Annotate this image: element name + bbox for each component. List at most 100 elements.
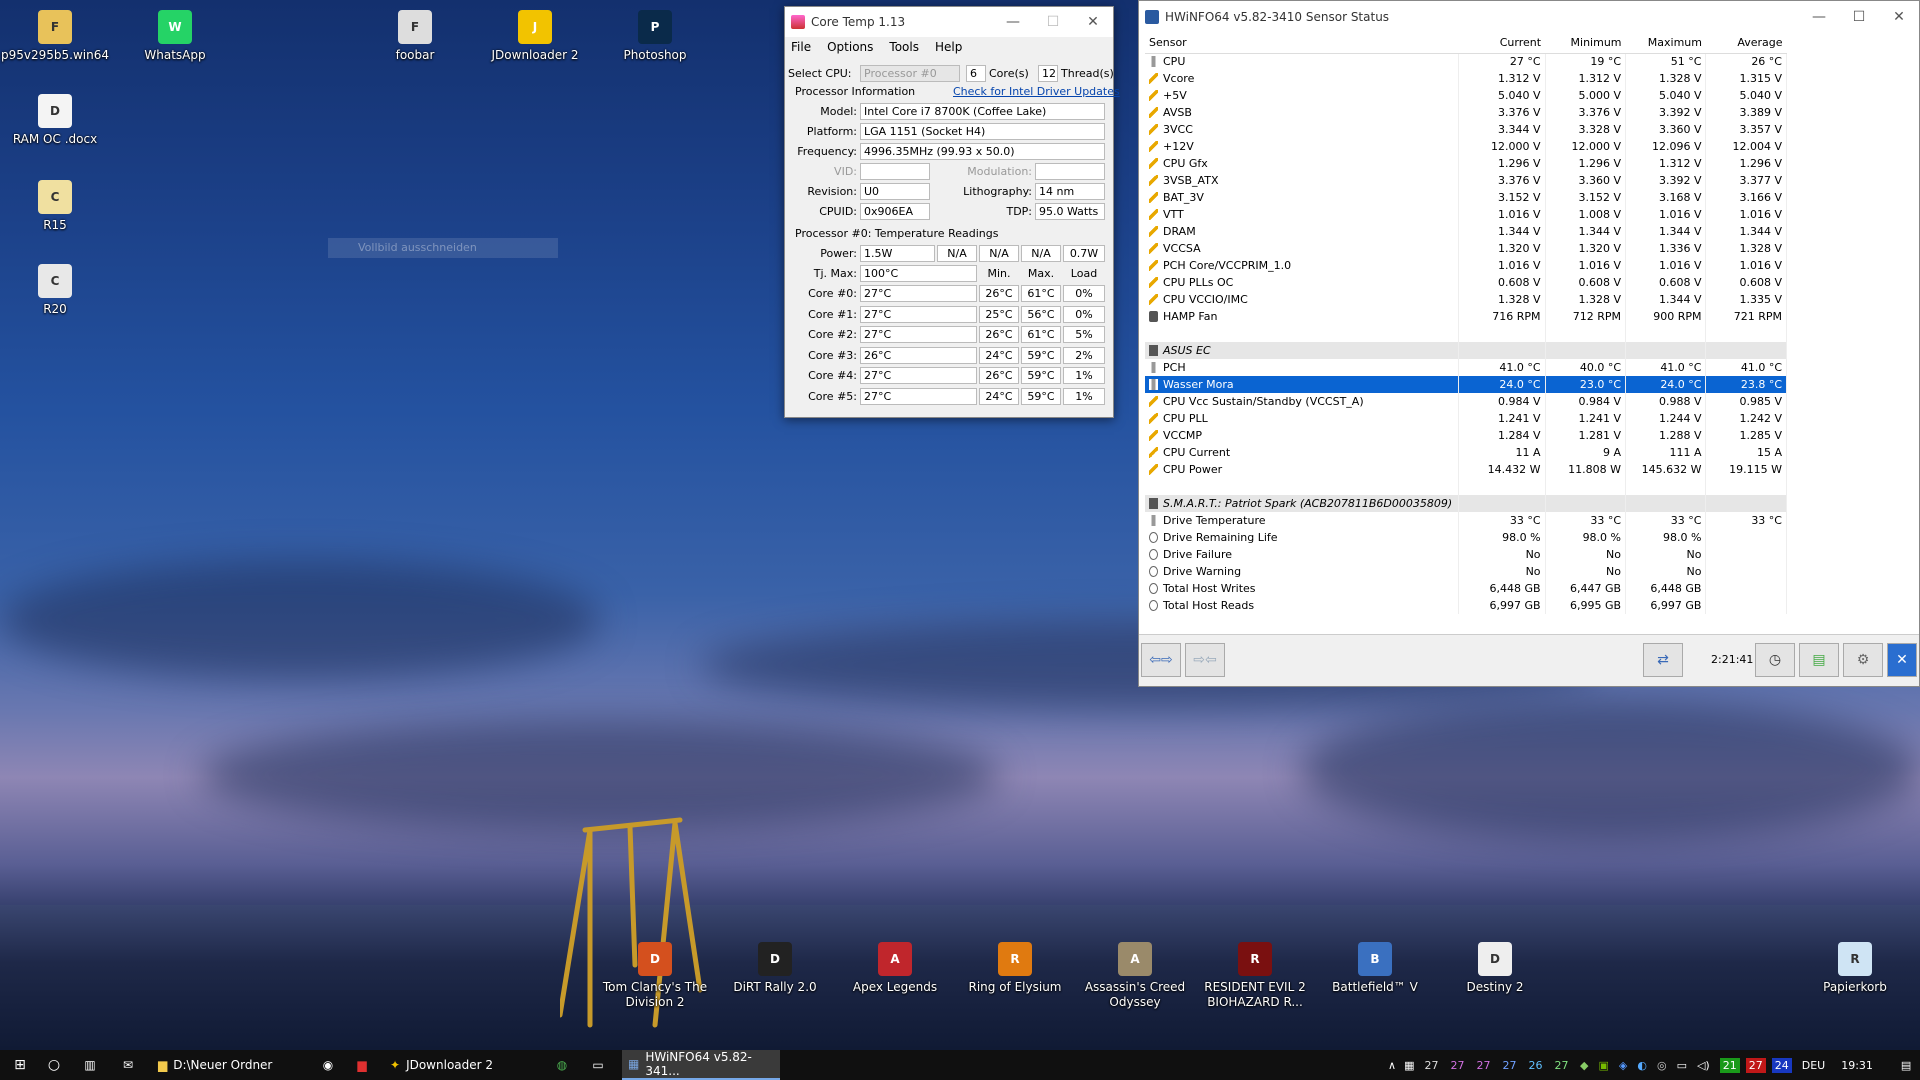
icon-p95[interactable]: Fp95v295b5.win64 (0, 10, 110, 63)
menu-options[interactable]: Options (827, 40, 873, 54)
icon-destiny-2[interactable]: D Destiny 2 (1440, 942, 1550, 995)
menu-help[interactable]: Help (935, 40, 962, 54)
sensor-row[interactable]: Total Host Writes 6,448 GB 6,447 GB 6,448 G… (1145, 580, 1787, 597)
sensor-row[interactable]: AVSB 3.376 V 3.376 V 3.392 V 3.389 V (1145, 104, 1787, 121)
sensor-row[interactable]: CPU PLLs OC 0.608 V 0.608 V 0.608 V 0.608 V (1145, 274, 1787, 291)
minimize-icon[interactable]: — (1799, 9, 1839, 25)
minimize-icon[interactable]: — (993, 14, 1033, 30)
tray-badge-green[interactable]: 21 (1719, 1057, 1740, 1073)
app-icon-window[interactable]: ▭ (588, 1050, 608, 1080)
icon-division2[interactable]: D Tom Clancy's The Division 2 (600, 942, 710, 1010)
icon-jdownloader[interactable]: J JDownloader 2 (480, 10, 590, 63)
header-sensor[interactable]: Sensor (1145, 33, 1459, 54)
sensor-row[interactable]: BAT_3V 3.152 V 3.152 V 3.168 V 3.166 V (1145, 189, 1787, 206)
tray-temp-2[interactable]: 27 (1476, 1059, 1490, 1072)
icon-ring-of-elysium[interactable]: R Ring of Elysium (960, 942, 1070, 995)
icon-foobar[interactable]: Ffoobar (360, 10, 470, 63)
tray-temp-5[interactable]: 27 (1554, 1059, 1568, 1072)
tray-icon-nvidia[interactable]: ▣ (1598, 1059, 1608, 1072)
menu-file[interactable]: File (791, 40, 811, 54)
sensor-row[interactable]: VTT 1.016 V 1.008 V 1.016 V 1.016 V (1145, 206, 1787, 223)
icon-ram-oc-docx[interactable]: D RAM OC .docx (0, 94, 110, 147)
hwinfo-titlebar[interactable]: HWiNFO64 v5.82-3410 Sensor Status — ☐ ✕ (1139, 1, 1919, 33)
sensor-row[interactable]: CPU Gfx 1.296 V 1.296 V 1.312 V 1.296 V (1145, 155, 1787, 172)
clock[interactable]: 19:31 (1841, 1059, 1873, 1072)
search-icon[interactable]: ○ (44, 1050, 64, 1080)
sensor-row[interactable]: CPU PLL 1.241 V 1.241 V 1.244 V 1.242 V (1145, 410, 1787, 427)
close-sensors-icon[interactable]: ✕ (1887, 643, 1917, 677)
sensor-group-row[interactable]: ASUS EC (1145, 342, 1787, 359)
sensor-row[interactable]: Vcore 1.312 V 1.312 V 1.328 V 1.315 V (1145, 70, 1787, 87)
tray-temp-1[interactable]: 27 (1450, 1059, 1464, 1072)
tray-temp-3[interactable]: 27 (1502, 1059, 1516, 1072)
task-view-icon[interactable]: ▥ (80, 1050, 100, 1080)
tray-temp-0[interactable]: 27 (1424, 1059, 1438, 1072)
sensor-row[interactable]: +5V 5.040 V 5.000 V 5.040 V 5.040 V (1145, 87, 1787, 104)
mail-icon[interactable]: ✉ (118, 1050, 138, 1080)
tray-icon-green[interactable]: ◆ (1580, 1059, 1588, 1072)
sensor-row[interactable]: CPU Vcc Sustain/Standby (VCCST_A) 0.984 V… (1145, 393, 1787, 410)
clock-icon[interactable]: ◷ (1755, 643, 1795, 677)
sensor-row[interactable]: CPU VCCIO/IMC 1.328 V 1.328 V 1.344 V 1.335 … (1145, 291, 1787, 308)
language-indicator[interactable]: DEU (1802, 1059, 1825, 1072)
sensor-row[interactable]: HAMP Fan 716 RPM 712 RPM 900 RPM 721 RPM (1145, 308, 1787, 325)
sensor-row[interactable]: VCCSA 1.320 V 1.320 V 1.336 V 1.328 V (1145, 240, 1787, 257)
sensor-row[interactable]: PCH 41.0 °C 40.0 °C 41.0 °C 41.0 °C (1145, 359, 1787, 376)
app-icon-red[interactable]: ▆ (352, 1050, 372, 1080)
sensor-row[interactable]: Drive Temperature 33 °C 33 °C 33 °C 33 °C (1145, 512, 1787, 529)
sensor-row[interactable]: 3VCC 3.344 V 3.328 V 3.360 V 3.357 V (1145, 121, 1787, 138)
sensor-row[interactable]: Drive Remaining Life 98.0 % 98.0 % 98.0 % (1145, 529, 1787, 546)
icon-ac-odyssey[interactable]: A Assassin's Creed Odyssey (1080, 942, 1190, 1010)
header-average[interactable]: Average (1705, 33, 1787, 54)
tray-steam-icon[interactable]: ◎ (1657, 1059, 1667, 1072)
add-report-icon[interactable]: ▤ (1799, 643, 1839, 677)
icon-recycle-bin[interactable]: R Papierkorb (1800, 942, 1910, 995)
sensor-group-row[interactable]: S.M.A.R.T.: Patriot Spark (ACB207811B6D0… (1145, 495, 1787, 512)
tray-device-icon[interactable]: ▭ (1677, 1059, 1687, 1072)
taskbar-hwinfo[interactable]: ▦ HWiNFO64 v5.82-341... (622, 1050, 780, 1080)
sensor-row[interactable]: VCCMP 1.284 V 1.281 V 1.288 V 1.285 V (1145, 427, 1787, 444)
chrome-icon[interactable]: ◍ (552, 1050, 572, 1080)
header-current[interactable]: Current (1458, 33, 1546, 54)
driver-updates-link[interactable]: Check for Intel Driver Updates (953, 85, 1120, 98)
windows-start-icon[interactable]: ⊞ (10, 1050, 30, 1080)
tray-badge-blue[interactable]: 24 (1771, 1057, 1792, 1073)
header-maximum[interactable]: Maximum (1625, 33, 1706, 54)
icon-dirt-rally[interactable]: D DiRT Rally 2.0 (720, 942, 830, 995)
icon-apex[interactable]: A Apex Legends (840, 942, 950, 995)
tray-chevron-icon[interactable]: ∧ (1388, 1059, 1396, 1072)
icon-r20[interactable]: C R20 (0, 264, 110, 317)
icon-r15[interactable]: C R15 (0, 180, 110, 233)
nav-left-right-icon[interactable]: ⇦⇨ (1141, 643, 1181, 677)
header-minimum[interactable]: Minimum (1545, 33, 1626, 54)
icon-resident-evil-2[interactable]: R RESIDENT EVIL 2 BIOHAZARD R... (1200, 942, 1310, 1010)
maximize-icon[interactable]: ☐ (1033, 14, 1073, 30)
sensor-row[interactable]: CPU 27 °C 19 °C 51 °C 26 °C (1145, 53, 1787, 70)
tray-network-icon[interactable]: ▦ (1404, 1059, 1414, 1072)
network-icon[interactable]: ⇄ (1643, 643, 1683, 677)
app-icon-dark[interactable]: ◉ (318, 1050, 338, 1080)
sensor-row[interactable]: CPU Current 11 A9 A 111 A 15 A (1145, 444, 1787, 461)
icon-photoshop[interactable]: P Photoshop (600, 10, 710, 63)
tray-temp-4[interactable]: 26 (1528, 1059, 1542, 1072)
notification-icon[interactable]: ▤ (1901, 1059, 1911, 1072)
sensor-row[interactable]: +12V 12.000 V 12.000 V 12.096 V 12.004 V (1145, 138, 1787, 155)
maximize-icon[interactable]: ☐ (1839, 9, 1879, 25)
settings-icon[interactable]: ⚙ (1843, 643, 1883, 677)
cpu-select[interactable]: Processor #0 (860, 65, 960, 82)
taskbar-jdownloader[interactable]: ✦ JDownloader 2 (384, 1050, 534, 1080)
coretemp-titlebar[interactable]: Core Temp 1.13 — ☐ ✕ (785, 7, 1113, 37)
sensor-row[interactable]: DRAM 1.344 V 1.344 V 1.344 V 1.344 V (1145, 223, 1787, 240)
taskbar-explorer[interactable]: ▆ D:\Neuer Ordner (152, 1050, 302, 1080)
tray-icon-blue[interactable]: ◈ (1619, 1059, 1627, 1072)
icon-battlefield-v[interactable]: B Battlefield™ V (1320, 942, 1430, 995)
sensor-row[interactable]: 3VSB_ATX 3.376 V 3.360 V 3.392 V 3.377 V (1145, 172, 1787, 189)
sensor-row[interactable]: Wasser Mora 24.0 °C 23.0 °C 24.0 °C 23.8 °C (1145, 376, 1787, 393)
sensor-row[interactable]: CPU Power 14.432 W 11.808 W 145.632 W 19.115… (1145, 461, 1787, 478)
sensor-row[interactable]: Total Host Reads 6,997 GB 6,995 GB 6,997 GB (1145, 597, 1787, 614)
menu-tools[interactable]: Tools (889, 40, 919, 54)
tray-icon-edge[interactable]: ◐ (1637, 1059, 1647, 1072)
close-icon[interactable]: ✕ (1073, 14, 1113, 30)
tray-volume-icon[interactable]: ◁) (1697, 1059, 1710, 1072)
sensor-row[interactable]: Drive Warning No No No (1145, 563, 1787, 580)
